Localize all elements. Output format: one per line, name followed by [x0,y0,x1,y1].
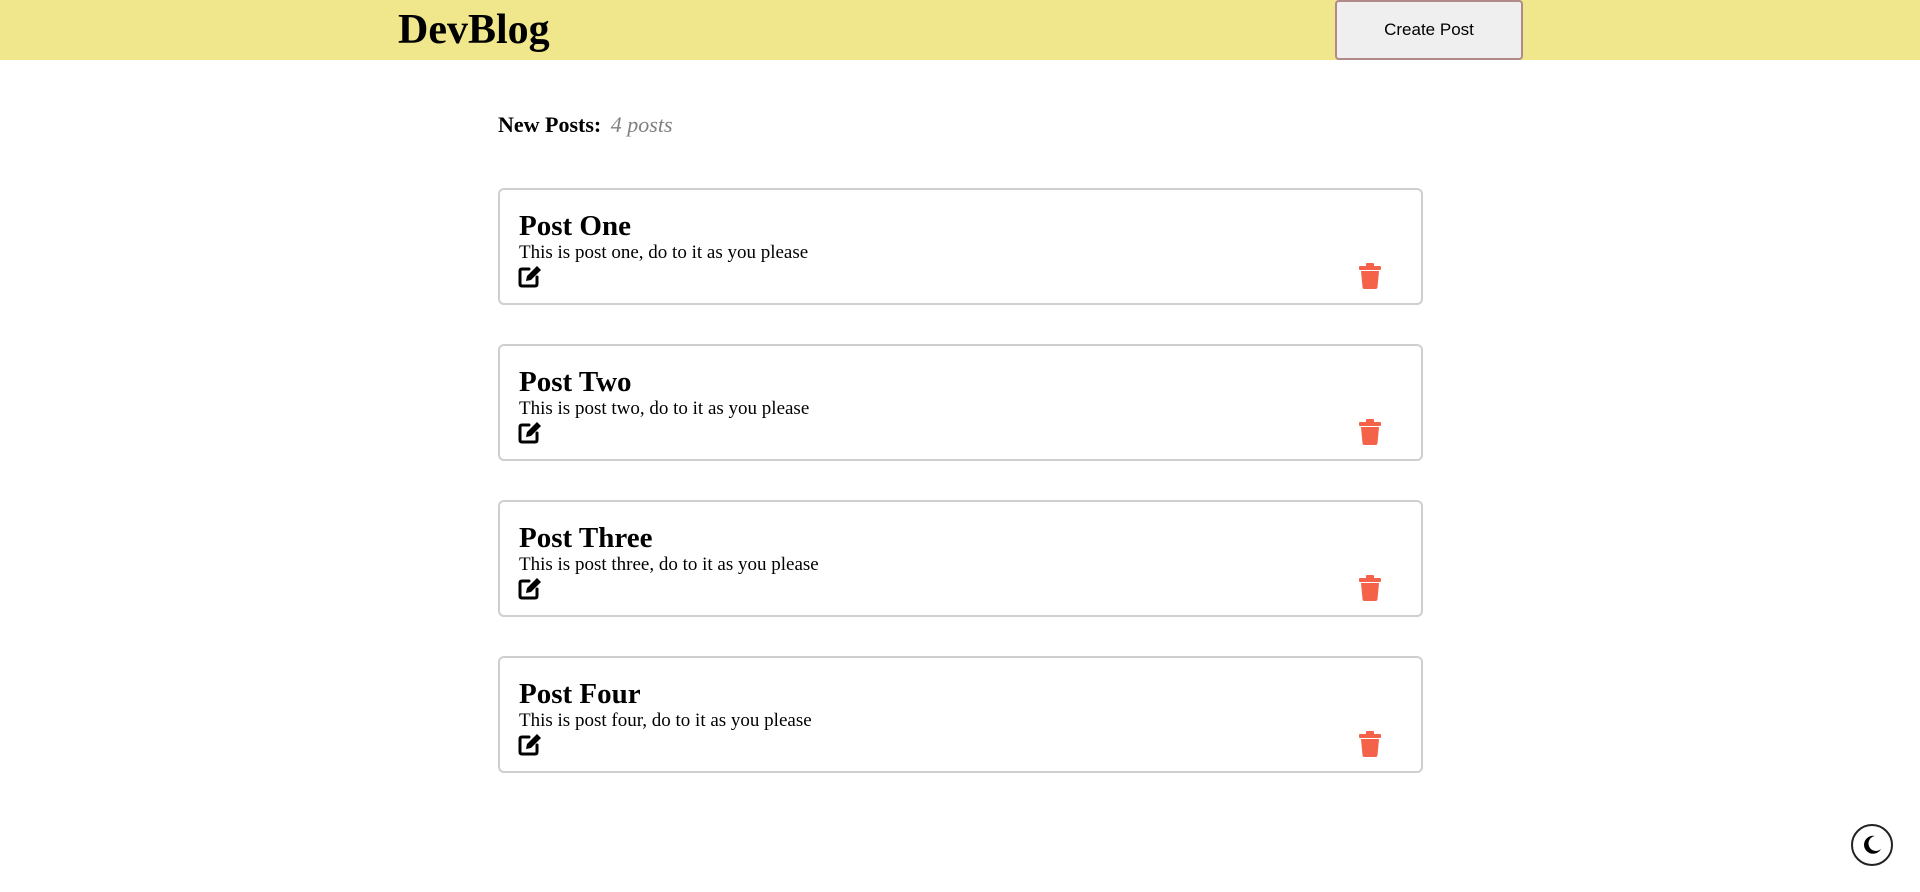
theme-toggle-button[interactable] [1851,824,1893,866]
trash-icon[interactable] [1358,263,1382,289]
post-title: Post Two [519,366,632,398]
edit-icon[interactable] [518,576,544,600]
post-body: This is post four, do to it as you pleas… [519,710,812,731]
post-card: Post Four This is post four, do to it as… [498,656,1423,773]
create-post-button[interactable]: Create Post [1335,0,1523,60]
post-body: This is post three, do to it as you plea… [519,554,819,575]
post-title: Post One [519,210,631,242]
post-card: Post One This is post one, do to it as y… [498,188,1423,305]
edit-icon[interactable] [518,264,544,288]
post-body: This is post one, do to it as you please [519,242,809,263]
post-body: This is post two, do to it as you please [519,398,810,419]
trash-icon[interactable] [1358,575,1382,601]
edit-icon[interactable] [518,732,544,756]
posts-summary: New Posts: 4 posts [498,108,673,142]
edit-icon[interactable] [518,420,544,444]
trash-icon[interactable] [1358,731,1382,757]
post-card: Post Three This is post three, do to it … [498,500,1423,617]
trash-icon[interactable] [1358,419,1382,445]
post-title: Post Three [519,522,653,554]
top-header: DevBlog Create Post [0,0,1920,60]
post-card: Post Two This is post two, do to it as y… [498,344,1423,461]
brand-logo[interactable]: DevBlog [398,6,550,54]
posts-count: 4 posts [610,112,673,137]
posts-summary-label: New Posts: [498,112,602,137]
moon-icon [1864,835,1881,854]
post-title: Post Four [519,678,641,710]
